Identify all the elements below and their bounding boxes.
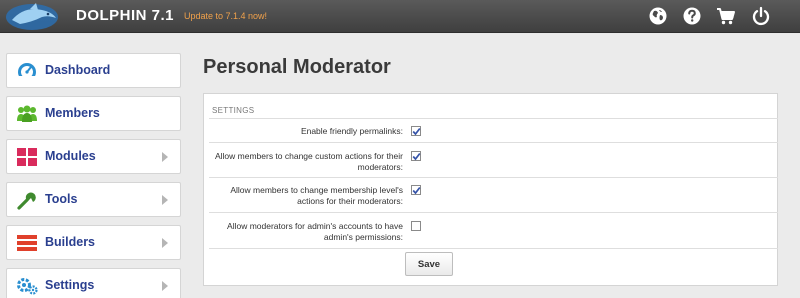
sidebar-item-label: Settings xyxy=(45,278,95,292)
setting-label: Allow members to change custom actions f… xyxy=(214,151,403,172)
chevron-right-icon xyxy=(162,281,168,291)
chevron-right-icon xyxy=(162,152,168,162)
dolphin-logo[interactable] xyxy=(2,0,64,33)
save-button[interactable]: Save xyxy=(405,252,453,276)
help-icon[interactable] xyxy=(682,6,702,26)
setting-label: Enable friendly permalinks: xyxy=(300,126,403,136)
sidebar-item-label: Dashboard xyxy=(45,63,111,77)
chevron-right-icon xyxy=(162,238,168,248)
setting-row-admin-permissions: Allow moderators for admin's accounts to… xyxy=(209,212,778,248)
globe-icon[interactable] xyxy=(648,6,668,26)
sidebar-item-builders[interactable]: Builders xyxy=(6,225,181,260)
settings-panel: SETTINGS Enable friendly permalinks: All… xyxy=(203,93,778,286)
setting-row-membership-actions: Allow members to change membership level… xyxy=(209,177,778,212)
builders-icon xyxy=(17,235,37,251)
brand-name: DOLPHIN xyxy=(76,7,147,24)
modules-icon xyxy=(17,148,37,166)
admin-permissions-checkbox[interactable] xyxy=(411,221,421,231)
sidebar-item-tools[interactable]: Tools xyxy=(6,182,181,217)
chevron-right-icon xyxy=(162,195,168,205)
divider xyxy=(209,248,778,249)
sidebar-item-members[interactable]: Members xyxy=(6,96,181,131)
members-icon xyxy=(17,105,37,122)
checkmark-icon xyxy=(412,152,421,161)
cart-icon[interactable] xyxy=(716,6,736,26)
checkmark-icon xyxy=(412,127,421,136)
tools-icon xyxy=(17,192,36,210)
dashboard-icon xyxy=(18,63,36,81)
setting-row-friendly-permalinks: Enable friendly permalinks: xyxy=(209,118,778,142)
app-title: DOLPHIN 7.1 xyxy=(76,7,174,24)
settings-icon xyxy=(17,278,38,295)
sidebar-item-settings[interactable]: Settings xyxy=(6,268,181,298)
sidebar-item-label: Members xyxy=(45,106,100,120)
setting-row-custom-actions: Allow members to change custom actions f… xyxy=(209,142,778,177)
top-bar: DOLPHIN 7.1 Update to 7.1.4 now! xyxy=(0,0,800,33)
sidebar-item-label: Modules xyxy=(45,149,96,163)
sidebar-item-label: Tools xyxy=(45,192,78,206)
sidebar-item-dashboard[interactable]: Dashboard xyxy=(6,53,181,88)
update-link[interactable]: Update to 7.1.4 now! xyxy=(184,11,267,21)
sidebar-item-label: Builders xyxy=(45,235,96,249)
section-header: SETTINGS xyxy=(212,106,255,115)
membership-actions-checkbox[interactable] xyxy=(411,185,421,195)
setting-label: Allow moderators for admin's accounts to… xyxy=(227,221,403,242)
custom-actions-checkbox[interactable] xyxy=(411,151,421,161)
checkmark-icon xyxy=(412,186,421,195)
power-icon[interactable] xyxy=(751,6,771,26)
sidebar-item-modules[interactable]: Modules xyxy=(6,139,181,174)
setting-label: Allow members to change membership level… xyxy=(230,185,403,206)
page-title: Personal Moderator xyxy=(203,56,391,78)
friendly-permalinks-checkbox[interactable] xyxy=(411,126,421,136)
version-label: 7.1 xyxy=(151,7,175,24)
